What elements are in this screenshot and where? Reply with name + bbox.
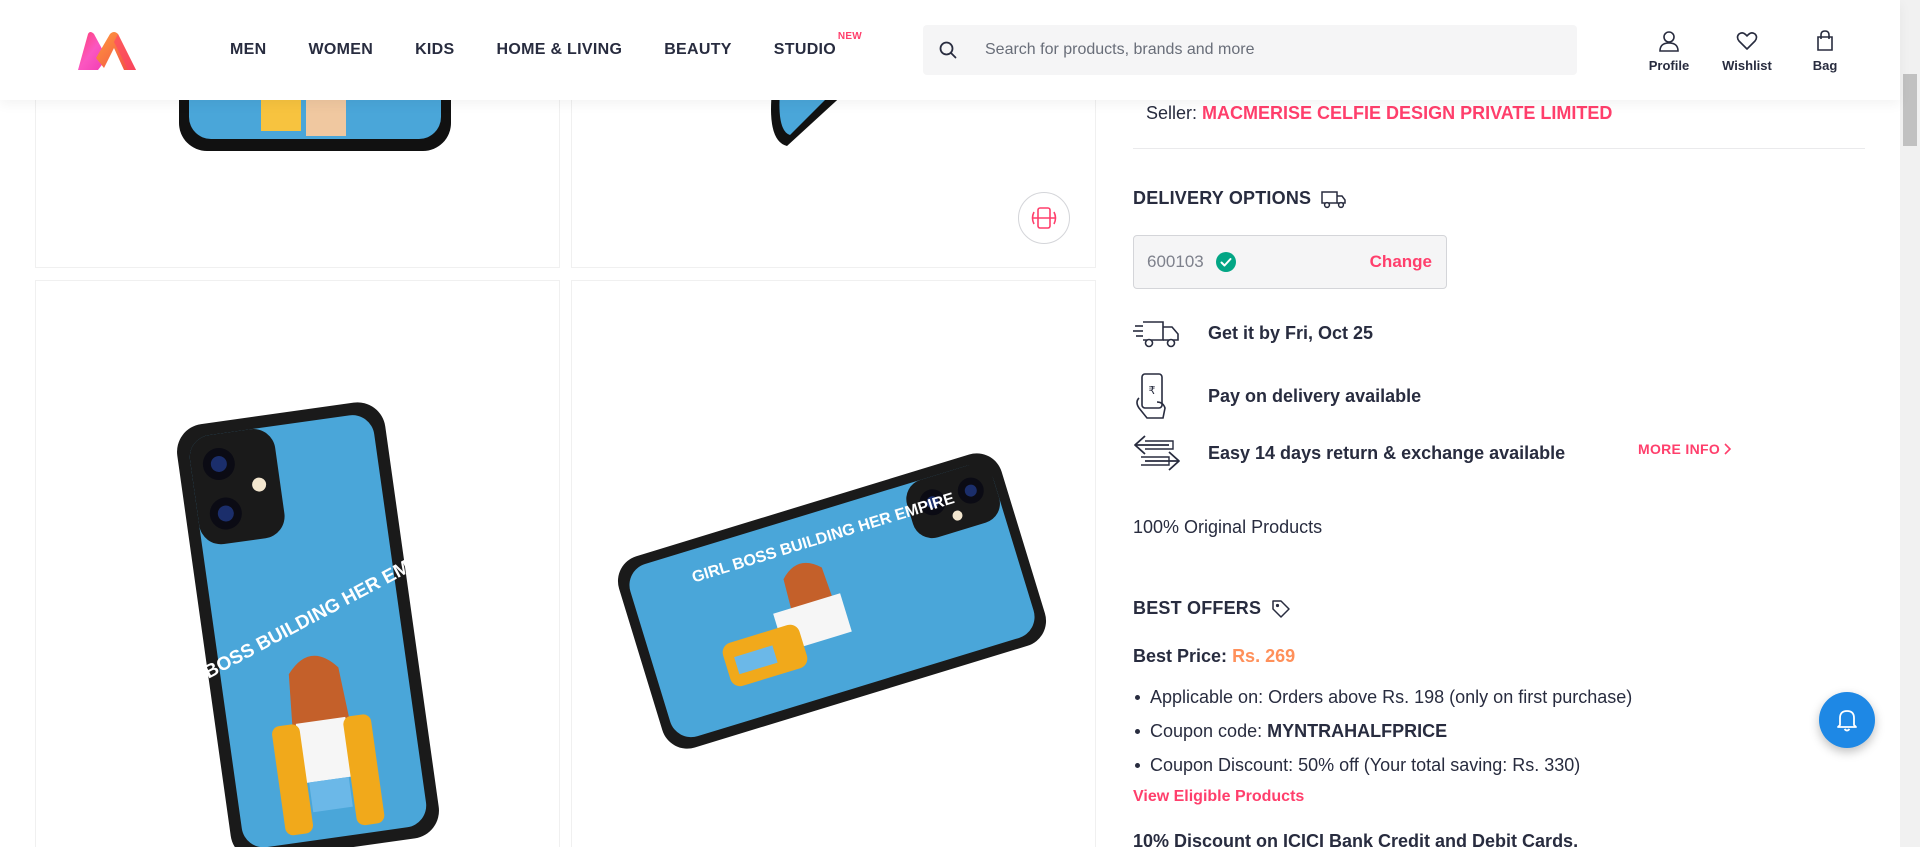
list-item: Applicable on: Orders above Rs. 198 (onl… (1133, 680, 1632, 714)
check-circle-icon (1215, 252, 1236, 272)
cash-on-delivery-icon: ₹ (1133, 372, 1193, 420)
nav-men[interactable]: MEN (230, 41, 266, 59)
coupon-code: MYNTRAHALFPRICE (1267, 721, 1448, 741)
nav-beauty[interactable]: BEAUTY (664, 41, 732, 59)
original-products-text: 100% Original Products (1133, 517, 1323, 537)
heart-icon (1736, 32, 1758, 50)
pincode-field[interactable]: 600103 Change (1133, 235, 1447, 289)
nav-home-living[interactable]: HOME & LIVING (497, 41, 623, 59)
rotate-phone-icon (1031, 207, 1057, 229)
search-bar (923, 25, 1577, 75)
rotate-360-button[interactable] (1018, 192, 1070, 244)
product-image-3[interactable]: GIRL BOSS BUILDING HER EMPIRE (35, 280, 560, 847)
delivery-options-heading: DELIVERY OPTIONS (1133, 188, 1347, 209)
bag-label: Bag (1812, 58, 1838, 73)
search-icon[interactable] (923, 25, 973, 75)
product-image-4[interactable]: GIRL BOSS BUILDING HER EMPIRE (571, 280, 1096, 847)
more-info-link[interactable]: MORE INFO (1638, 441, 1732, 457)
tag-icon (1272, 599, 1290, 618)
best-price-value: Rs. 269 (1232, 646, 1296, 666)
best-offers-heading: BEST OFFERS (1133, 598, 1291, 619)
change-pincode-button[interactable]: Change (1370, 252, 1432, 272)
phone-case-image: GIRL BOSS BUILDING HER EMPIRE (617, 453, 1047, 749)
offer-details-list: Applicable on: Orders above Rs. 198 (onl… (1133, 680, 1632, 782)
divider (1133, 148, 1865, 149)
wishlist-label: Wishlist (1722, 58, 1772, 73)
phone-case-image: GIRL BOSS BUILDING HER EMPIRE (156, 402, 453, 847)
main-nav: MEN WOMEN KIDS HOME & LIVING BEAUTY STUD… (230, 0, 878, 100)
myntra-logo[interactable] (74, 28, 140, 74)
bag-icon (1817, 30, 1833, 51)
fast-truck-icon (1133, 316, 1193, 350)
nav-kids[interactable]: KIDS (415, 41, 454, 59)
chevron-right-icon (1724, 443, 1732, 455)
seller-name-link[interactable]: MACMERISE CELFIE DESIGN PRIVATE LIMITED (1202, 103, 1612, 123)
icici-offer-title: 10% Discount on ICICI Bank Credit and De… (1133, 831, 1579, 847)
wishlist-button[interactable]: Wishlist (1708, 30, 1786, 73)
header-actions: Profile Wishlist Bag (1630, 30, 1864, 73)
svg-text:₹: ₹ (1149, 384, 1156, 397)
delivery-date-row: Get it by Fri, Oct 25 (1133, 316, 1865, 350)
truck-icon (1321, 190, 1346, 208)
return-exchange-text: Easy 14 days return & exchange available (1208, 442, 1566, 463)
search-input[interactable] (985, 41, 1545, 59)
profile-icon (1659, 31, 1679, 52)
pay-on-delivery-row: ₹ Pay on delivery available (1133, 372, 1865, 420)
top-header: MEN WOMEN KIDS HOME & LIVING BEAUTY STUD… (0, 0, 1900, 100)
new-badge: NEW (837, 31, 863, 42)
pay-on-delivery-text: Pay on delivery available (1208, 385, 1422, 406)
notification-button[interactable] (1819, 692, 1875, 748)
seller-info: Seller: MACMERISE CELFIE DESIGN PRIVATE … (1146, 103, 1612, 124)
list-item: Coupon Discount: 50% off (Your total sav… (1133, 748, 1632, 782)
nav-women[interactable]: WOMEN (308, 41, 373, 59)
delivery-date-text: Get it by Fri, Oct 25 (1208, 322, 1374, 343)
nav-studio[interactable]: STUDIO NEW (774, 31, 862, 59)
profile-label: Profile (1648, 58, 1690, 73)
list-item: Coupon code: MYNTRAHALFPRICE (1133, 714, 1632, 748)
seller-label: Seller: (1146, 103, 1198, 123)
return-exchange-row: Easy 14 days return & exchange available… (1133, 432, 1865, 474)
best-price-label: Best Price: (1133, 646, 1228, 666)
page-scrollbar[interactable] (1900, 0, 1920, 847)
view-eligible-products-link[interactable]: View Eligible Products (1133, 788, 1304, 806)
profile-button[interactable]: Profile (1630, 30, 1708, 73)
best-price: Best Price: Rs. 269 (1133, 646, 1295, 667)
bag-button[interactable]: Bag (1786, 30, 1864, 73)
exchange-icon (1133, 432, 1193, 474)
bell-icon (1837, 710, 1857, 732)
scrollbar-thumb[interactable] (1903, 74, 1917, 146)
pincode-value: 600103 (1147, 252, 1204, 271)
